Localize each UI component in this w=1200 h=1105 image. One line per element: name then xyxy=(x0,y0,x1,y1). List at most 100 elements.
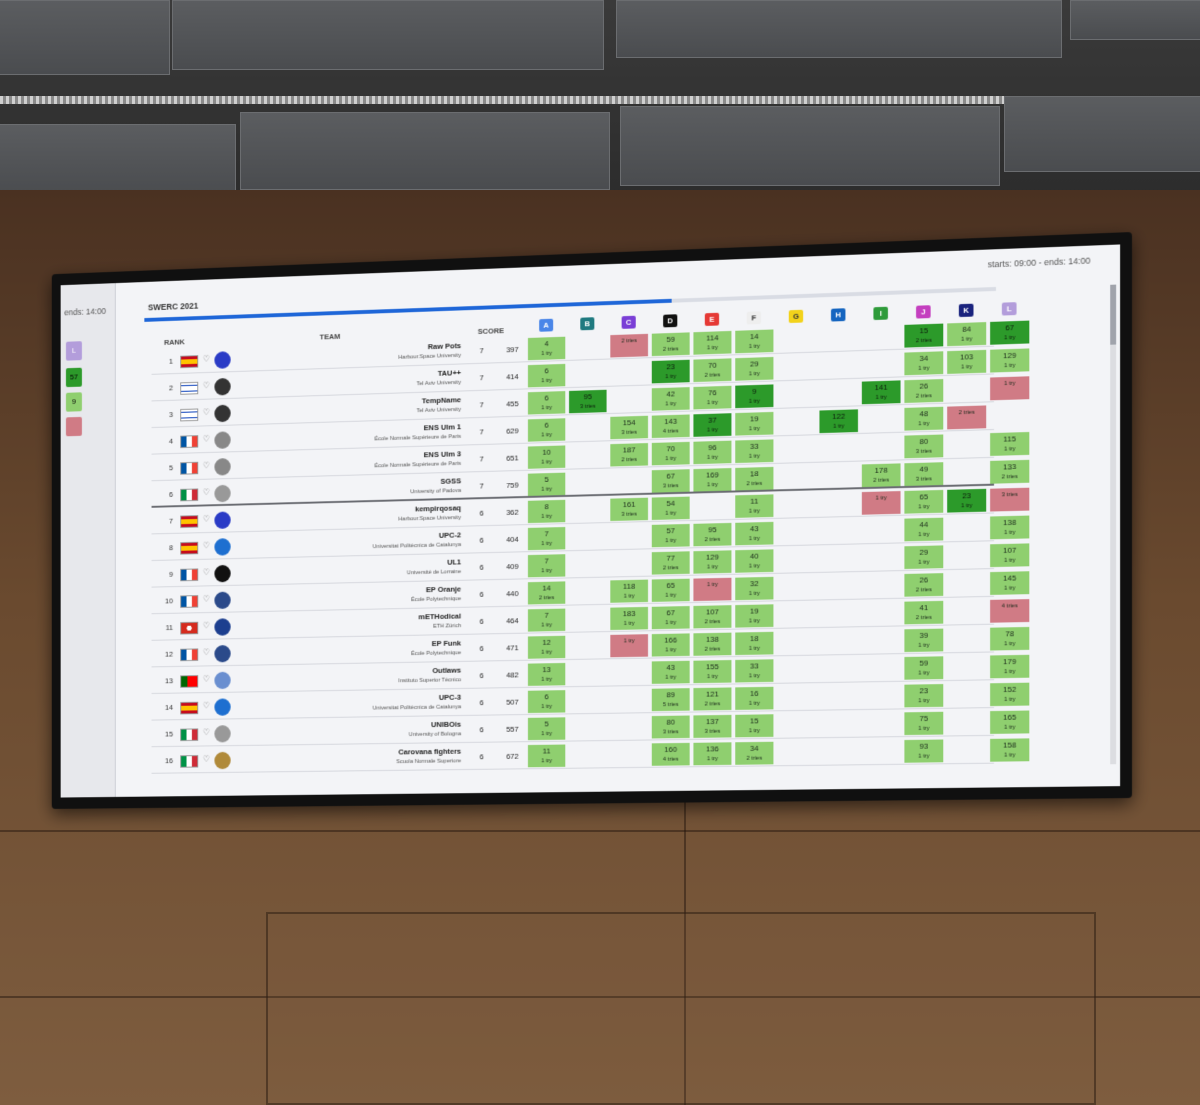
try-count: 2 tries xyxy=(704,372,721,379)
favorite-heart-icon[interactable]: ♡ xyxy=(203,407,210,418)
favorite-heart-icon[interactable]: ♡ xyxy=(203,541,210,552)
sliver-clock: ends: 14:00 xyxy=(64,306,107,318)
favorite-heart-icon[interactable]: ♡ xyxy=(203,754,210,765)
try-count: 1 try xyxy=(918,698,930,705)
favorite-heart-icon[interactable]: ♡ xyxy=(203,647,210,658)
solve-time: 70 xyxy=(708,360,717,370)
country-flag-icon xyxy=(180,621,199,635)
problem-f-result-cell: 16 1 try xyxy=(735,686,774,710)
problem-e-result-cell: 37 1 try xyxy=(693,413,732,437)
team-rank: 16 xyxy=(165,756,174,766)
team-rank: 13 xyxy=(165,676,174,686)
solve-time: 161 xyxy=(622,499,636,510)
try-count: 1 try xyxy=(960,336,973,343)
try-count: 2 tries xyxy=(662,565,679,572)
problem-d-result-cell: 23 1 try xyxy=(651,359,690,384)
solve-time: 5 xyxy=(544,719,549,729)
penalty-time: 404 xyxy=(506,534,519,544)
country-flag-icon xyxy=(180,461,199,475)
solve-time: 165 xyxy=(1003,712,1017,722)
problem-e-result-cell: 107 2 tries xyxy=(693,605,732,629)
favorite-heart-icon[interactable]: ♡ xyxy=(203,487,210,498)
problem-l-result-cell: 158 1 try xyxy=(990,738,1030,762)
try-count: 2 tries xyxy=(704,701,721,708)
penalty-time: 397 xyxy=(506,345,519,355)
favorite-heart-icon[interactable]: ♡ xyxy=(203,594,210,605)
try-count: 2 tries xyxy=(915,614,932,622)
favorite-heart-icon[interactable]: ♡ xyxy=(203,434,210,445)
try-count: 1 try xyxy=(960,364,973,371)
try-count: 1 try xyxy=(665,647,677,654)
problem-b-chip: B xyxy=(580,317,595,331)
problem-h-chip: H xyxy=(831,308,846,322)
problem-a-result-cell: 5 1 try xyxy=(527,717,566,741)
favorite-heart-icon[interactable]: ♡ xyxy=(203,380,210,391)
team-header: TEAM xyxy=(319,332,341,342)
solve-time: 37 xyxy=(708,415,717,425)
favorite-heart-icon[interactable]: ♡ xyxy=(203,514,210,525)
wall-seam xyxy=(0,830,1200,832)
university-logo-icon xyxy=(214,351,231,369)
team-university: ETH Zürich xyxy=(433,623,462,630)
team-rank: 8 xyxy=(169,543,174,553)
solve-time: 13 xyxy=(542,665,551,675)
problem-e-result-cell: 76 1 try xyxy=(693,385,732,410)
try-count: 2 tries xyxy=(621,457,637,464)
problem-d-result-cell: 143 4 tries xyxy=(651,414,690,439)
team-name: TAU++ xyxy=(437,368,462,378)
sliver-cell xyxy=(65,416,82,437)
try-count: 4 tries xyxy=(1001,603,1018,610)
sliver-cell: 57 xyxy=(65,367,82,388)
team-name: mETHodical xyxy=(418,611,462,622)
scrollbar-thumb[interactable] xyxy=(1110,284,1117,345)
solve-time: 78 xyxy=(1005,629,1015,639)
solve-time: 93 xyxy=(919,741,929,751)
team-university: École Polytechnique xyxy=(410,596,462,604)
try-count: 1 try xyxy=(918,365,930,372)
country-flag-icon xyxy=(180,595,199,608)
favorite-heart-icon[interactable]: ♡ xyxy=(203,354,210,365)
favorite-heart-icon[interactable]: ♡ xyxy=(203,727,210,738)
try-count: 1 try xyxy=(748,728,760,735)
solve-time: 7 xyxy=(544,529,549,539)
solve-time: 138 xyxy=(706,634,719,644)
favorite-heart-icon[interactable]: ♡ xyxy=(203,674,210,685)
problem-a-result-cell: 11 1 try xyxy=(527,744,566,768)
favorite-heart-icon[interactable]: ♡ xyxy=(203,621,210,632)
favorite-heart-icon[interactable]: ♡ xyxy=(203,567,210,578)
try-count: 2 tries xyxy=(873,477,890,484)
penalty-time: 482 xyxy=(506,670,519,680)
country-flag-icon xyxy=(180,381,199,395)
team-name: UPC-3 xyxy=(438,692,462,702)
solve-time: 89 xyxy=(666,690,675,700)
problem-a-result-cell: 14 2 tries xyxy=(527,581,566,605)
try-count: 1 try xyxy=(665,373,677,381)
university-logo-icon xyxy=(214,458,231,476)
try-count: 1 try xyxy=(706,756,718,763)
try-count: 1 try xyxy=(541,676,553,683)
try-count: 1 try xyxy=(541,377,553,385)
team-university: École Normale Supérieure de Paris xyxy=(374,433,462,443)
wall-access-panel xyxy=(266,912,1096,1105)
try-count: 3 tries xyxy=(580,403,596,411)
solve-time: 80 xyxy=(666,717,675,727)
problem-k-result-cell: 2 tries xyxy=(947,405,987,430)
solve-time: 23 xyxy=(962,491,972,501)
try-count: 2 tries xyxy=(1001,474,1018,481)
favorite-heart-icon[interactable]: ♡ xyxy=(203,461,210,472)
solve-time: 160 xyxy=(664,744,678,754)
university-logo-icon xyxy=(214,564,231,583)
solve-time: 48 xyxy=(919,409,929,419)
scrollbar-track[interactable] xyxy=(1110,284,1117,765)
solve-time: 6 xyxy=(544,692,549,702)
team-rank: 2 xyxy=(169,383,174,393)
solve-time: 19 xyxy=(750,414,759,424)
solve-time: 7 xyxy=(544,610,549,620)
solve-time: 67 xyxy=(666,608,675,618)
problem-i-result-cell: 141 1 try xyxy=(861,380,901,405)
problem-l-result-cell: 3 tries xyxy=(990,487,1030,512)
favorite-heart-icon[interactable]: ♡ xyxy=(203,701,210,712)
ceiling-panel xyxy=(240,112,610,190)
solve-time: 121 xyxy=(706,689,719,699)
problem-e-result-cell: 138 2 tries xyxy=(693,632,732,656)
